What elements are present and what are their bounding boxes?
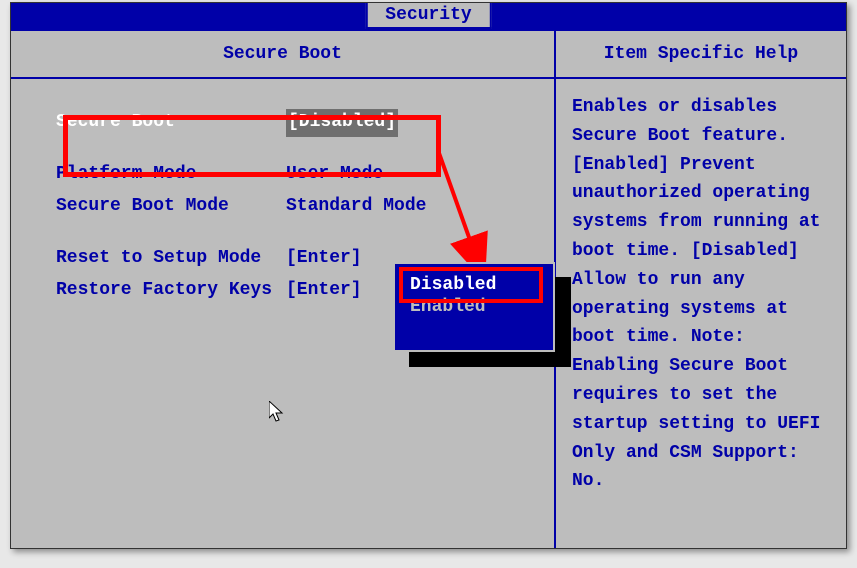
popup-option-disabled[interactable]: Disabled [407, 274, 541, 296]
setting-value: Standard Mode [286, 193, 426, 221]
setting-platform-mode[interactable]: Platform Mode User Mode [56, 161, 534, 189]
right-panel: Item Specific Help Enables or disables S… [556, 31, 846, 548]
setting-secure-boot-mode[interactable]: Secure Boot Mode Standard Mode [56, 193, 534, 221]
bios-window: Security Secure Boot Secure Boot [Disabl… [10, 2, 847, 549]
setting-label: Secure Boot Mode [56, 193, 286, 221]
popup-option-enabled[interactable]: Enabled [407, 296, 541, 318]
help-text: Enables or disables Secure Boot feature.… [556, 79, 846, 548]
setting-secure-boot[interactable]: Secure Boot [Disabled] [56, 109, 534, 137]
left-panel-header: Secure Boot [11, 31, 554, 79]
setting-label: Reset to Setup Mode [56, 245, 286, 273]
setting-value: User Mode [286, 161, 383, 189]
tab-security[interactable]: Security [365, 3, 491, 29]
options-popup: Disabled Enabled [393, 262, 555, 352]
setting-value: [Enter] [286, 245, 362, 273]
setting-label: Restore Factory Keys [56, 277, 286, 305]
top-bar: Security [11, 3, 846, 29]
right-panel-header: Item Specific Help [556, 31, 846, 79]
setting-label: Secure Boot [56, 109, 286, 137]
setting-label: Platform Mode [56, 161, 286, 189]
setting-value: [Disabled] [286, 109, 398, 137]
setting-value: [Enter] [286, 277, 362, 305]
